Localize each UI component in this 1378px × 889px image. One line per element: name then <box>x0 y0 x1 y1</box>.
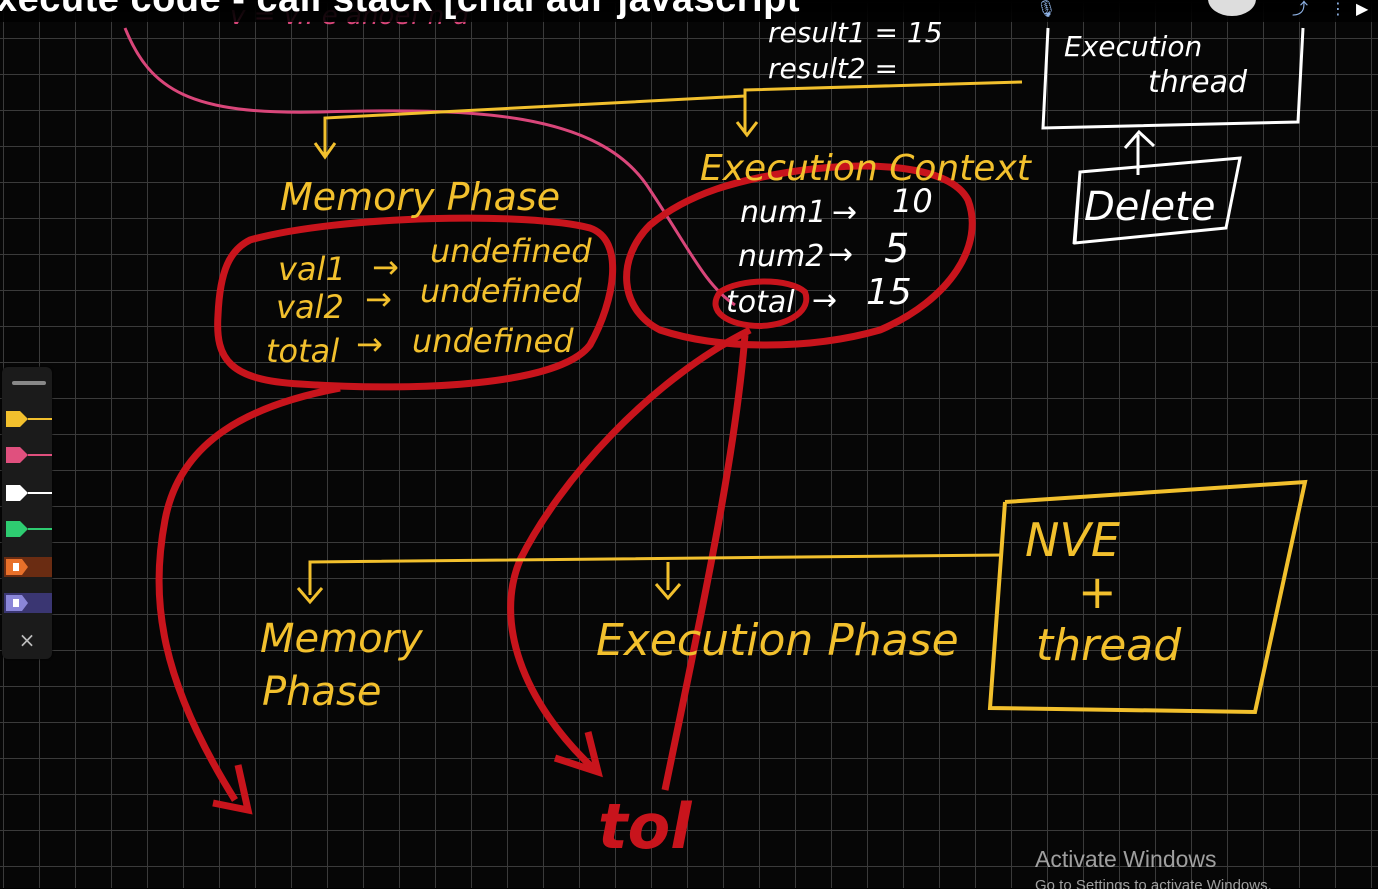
bottom-memory-label-2: Phase <box>262 669 381 715</box>
nve-thread-label: thread <box>1036 620 1182 671</box>
execution-context-title: Execution Context <box>700 148 1033 189</box>
exec-row-3-value: 15 <box>866 272 912 313</box>
memory-row-3-arrow: → <box>356 325 383 363</box>
exec-row-1-value: 10 <box>892 182 933 220</box>
exec-row-3-name: total <box>726 285 795 320</box>
nve-label: NVE <box>1025 513 1120 567</box>
avatar[interactable] <box>1208 0 1256 16</box>
nve-plus: + <box>1078 565 1117 619</box>
pink-pen-icon[interactable] <box>4 445 52 465</box>
exec-row-2-name: num2 <box>738 239 824 274</box>
top-bracket-stroke <box>323 80 1023 155</box>
memory-phase-title: Memory Phase <box>280 175 560 219</box>
memory-row-1-value: undefined <box>430 232 592 270</box>
memory-row-3-value: undefined <box>412 322 574 360</box>
exec-row-2-value: 5 <box>884 226 909 272</box>
execution-thread-label-1: Execution <box>1064 30 1202 63</box>
white-pen-icon[interactable] <box>4 483 52 503</box>
video-title: xecute code - call stack [chai aur javas… <box>0 0 800 21</box>
activate-windows-watermark: Activate Windows Go to Settings to activ… <box>1035 846 1272 889</box>
share-icon[interactable]: ⤴ <box>1292 0 1308 18</box>
close-icon[interactable]: × <box>16 629 38 651</box>
video-title-bar: xecute code - call stack [chai aur javas… <box>0 0 1378 22</box>
code-line-2: result2 = <box>768 52 898 85</box>
exec-row-1-name: num1 <box>740 195 826 230</box>
delete-label: Delete <box>1084 184 1215 230</box>
memory-row-2-value: undefined <box>420 272 582 310</box>
exec-row-2-arrow: → <box>828 237 853 272</box>
memory-row-1-name: val1 <box>278 250 346 288</box>
orange-highlighter-icon[interactable] <box>4 557 52 577</box>
bottom-bracket-stroke <box>308 553 1004 595</box>
microphone-icon[interactable]: 🎙 <box>1036 0 1056 18</box>
execution-thread-label-2: thread <box>1148 65 1248 100</box>
exec-row-3-arrow: → <box>812 283 837 318</box>
whiteboard-drawing: v = v.. e anoef n d result1 = 15 result2… <box>123 1 1308 863</box>
memory-row-2-name: val2 <box>276 288 344 326</box>
memory-row-2-arrow: → <box>365 280 392 318</box>
bottom-scribble: tol <box>598 790 692 863</box>
green-pen-icon[interactable] <box>4 519 52 539</box>
pen-toolbar: × <box>2 367 52 659</box>
chevron-right-icon[interactable]: ▶ <box>1356 0 1368 18</box>
activate-windows-subtitle: Go to Settings to activate Windows. <box>1035 877 1272 889</box>
activate-windows-title: Activate Windows <box>1035 846 1217 872</box>
more-icon[interactable]: ⋮ <box>1330 0 1346 18</box>
red-curve-right <box>661 334 749 791</box>
bottom-memory-label-1: Memory <box>260 616 424 662</box>
red-curve-left <box>155 384 341 802</box>
purple-highlighter-icon[interactable] <box>4 593 52 613</box>
drag-handle[interactable] <box>12 381 46 385</box>
yellow-pen-icon[interactable] <box>4 409 52 429</box>
exec-row-1-arrow: → <box>832 195 857 230</box>
bottom-execution-phase: Execution Phase <box>596 615 959 666</box>
top-arrowhead-mid <box>735 121 759 138</box>
memory-row-3-name: total <box>266 332 339 370</box>
